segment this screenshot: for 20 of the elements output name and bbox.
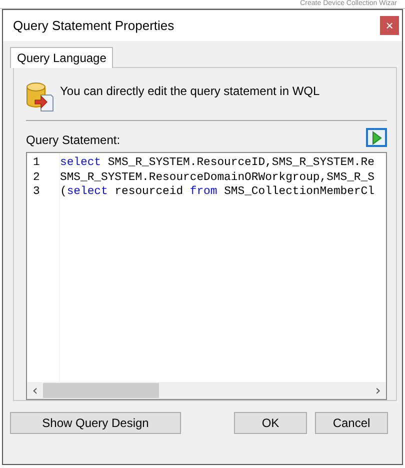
info-text: You can directly edit the query statement in WQL [60,84,320,98]
play-icon [372,130,382,144]
dialog-button[interactable]: OK [234,412,307,434]
field-label: Query Statement: [26,133,120,147]
line-number: 3 [33,185,41,200]
code-editor[interactable]: 1 2 3 select SMS_R_SYSTEM.ResourceID,SMS_R_SYSTEM.Re SMS_R_SYSTEM.ResourceDomainORWorkgroup,SMS_R_S (select resourceid from SMS_CollectionMemberCl ‹ › [26,152,387,400]
code-line: SMS_R_SYSTEM.ResourceDomainORWorkgroup,SMS_R_S [60,170,374,185]
code-line: (select resourceid from SMS_CollectionMemberCl [60,185,374,200]
database-export-icon [26,82,54,112]
horizontal-scrollbar[interactable]: ‹ › [27,382,386,399]
run-button[interactable] [366,128,387,147]
dialog-button[interactable]: Show Query Design [10,412,181,434]
code-line: select SMS_R_SYSTEM.ResourceID,SMS_R_SYSTEM.Re [60,156,374,170]
close-button[interactable]: × [380,16,399,35]
window-title: Query Statement Properties [13,18,174,33]
tab[interactable]: Query Language [10,47,114,68]
dialog-button[interactable]: Cancel [315,412,388,434]
line-number: 2 [33,170,41,185]
line-number: 1 [33,156,41,170]
scrollbar-thumb[interactable] [43,383,159,398]
